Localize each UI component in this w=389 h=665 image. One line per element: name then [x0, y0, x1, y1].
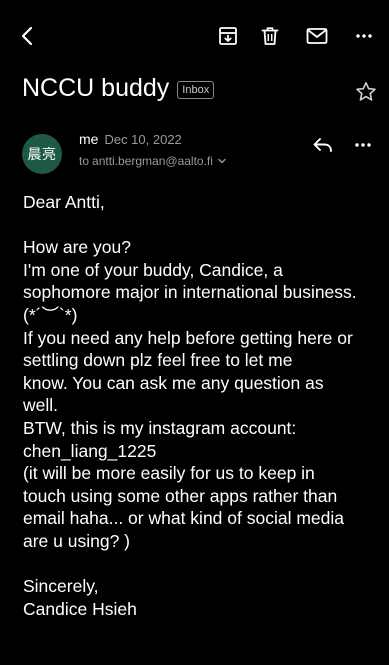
- trash-icon: [261, 27, 279, 45]
- body-line: well.: [23, 395, 59, 416]
- inbox-label-chip[interactable]: Inbox: [177, 80, 215, 99]
- recipient-address: antti.bergman@aalto.fi: [92, 154, 213, 168]
- body-line: email haha... or what kind of social med…: [23, 508, 344, 529]
- recipient-prefix: to: [79, 154, 90, 168]
- subject-row: NCCU buddy Inbox: [22, 70, 372, 106]
- closing: Sincerely,: [23, 576, 99, 597]
- more-horizontal-icon: [356, 34, 372, 38]
- star-outline-icon: [356, 82, 376, 101]
- mail-icon: [306, 28, 328, 44]
- body-line: How are you?: [23, 237, 131, 258]
- more-options-button[interactable]: [350, 22, 378, 50]
- body-line: If you need any help before getting here…: [23, 327, 353, 348]
- sender-name: me: [79, 131, 99, 147]
- archive-button[interactable]: [214, 22, 242, 50]
- sent-date: Dec 10, 2022: [104, 132, 182, 147]
- greeting: Dear Antti,: [23, 192, 105, 212]
- body-line: touch using some other apps rather than: [23, 485, 338, 506]
- instagram-handle: chen_liang_1225: [23, 440, 157, 461]
- mark-unread-button[interactable]: [303, 22, 331, 50]
- chevron-left-icon: [21, 26, 33, 46]
- more-horizontal-icon: [355, 143, 371, 147]
- body-line: know. You can ask me any question as: [23, 372, 324, 393]
- body-line: settling down plz feel free to let me: [23, 350, 293, 371]
- body-line: are u using? ): [23, 530, 131, 551]
- body-line: (it will be more easily for us to keep i…: [23, 463, 315, 484]
- email-subject: NCCU buddy: [22, 73, 170, 102]
- body-line: sophomore major in international busines…: [23, 282, 357, 303]
- body-line: (*´︶`*): [23, 304, 78, 325]
- body-line: BTW, this is my instagram account:: [23, 417, 297, 438]
- message-more-button[interactable]: [352, 134, 380, 158]
- back-button[interactable]: [14, 22, 42, 50]
- chevron-down-icon: [218, 158, 226, 164]
- email-body: Dear Antti, How are you? I'm one of your…: [23, 191, 383, 620]
- body-line: I'm one of your buddy, Candice, a: [23, 259, 283, 280]
- archive-icon: [219, 27, 237, 45]
- avatar[interactable]: 晨亮: [22, 134, 62, 174]
- email-toolbar: [0, 0, 389, 62]
- reply-button[interactable]: [310, 134, 338, 158]
- sender-line: me Dec 10, 2022: [79, 131, 182, 149]
- delete-button[interactable]: [256, 22, 284, 50]
- star-button[interactable]: [354, 80, 378, 104]
- signature: Candice Hsieh: [23, 598, 137, 619]
- recipient-details-toggle[interactable]: to antti.bergman@aalto.fi: [79, 154, 228, 168]
- reply-icon: [313, 138, 332, 152]
